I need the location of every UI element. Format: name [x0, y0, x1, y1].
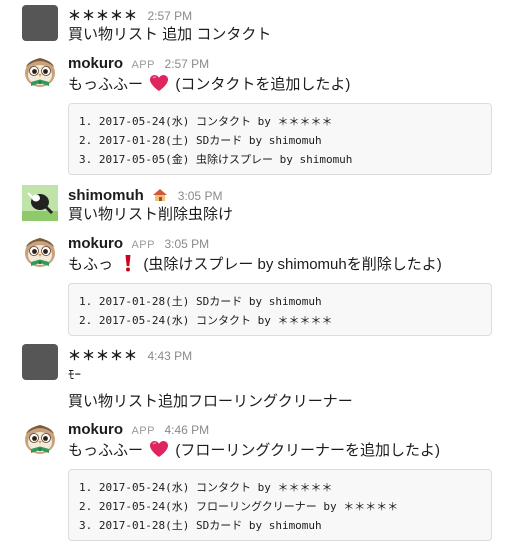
user-avatar[interactable] — [22, 344, 58, 380]
code-block: 1. 2017-01-28(土) SDカード by shimomuh 2. 20… — [68, 283, 492, 336]
message-text: 買い物リスト 追加 コンタクト — [68, 26, 272, 43]
timestamp[interactable]: 4:43 PM — [147, 349, 192, 363]
message-text-end: (虫除けスプレー by shimomuhを削除したよ) — [143, 256, 442, 273]
sender-name[interactable]: mokuro — [68, 421, 123, 438]
message-header: ＊＊＊＊＊ 4:43 PM — [68, 347, 192, 365]
list-item: 3. 2017-05-05(金) 虫除けスプレー by shimomuh — [79, 153, 353, 166]
list-item: 2. 2017-05-24(水) フローリングクリーナー by ＊＊＊＊＊ — [79, 500, 399, 513]
list-item: 2. 2017-05-24(水) コンタクト by ＊＊＊＊＊ — [79, 314, 333, 327]
message-text: もふっ (虫除けスプレー by shimomuhを削除したよ) — [68, 254, 442, 275]
heart-icon — [149, 74, 169, 92]
list-item: 1. 2017-05-24(水) コンタクト by ＊＊＊＊＊ — [79, 115, 333, 128]
message-text: もっふふー (コンタクトを追加したよ) — [68, 74, 350, 95]
list-item: 1. 2017-01-28(土) SDカード by shimomuh — [79, 295, 322, 308]
message-text-start: もっふふー — [68, 442, 144, 459]
message-header: ＊＊＊＊＊ 2:57 PM — [68, 7, 192, 25]
message-text: 買い物リスト削除虫除け — [68, 206, 234, 223]
timestamp[interactable]: 2:57 PM — [164, 57, 209, 71]
message-text-line-1: ﾓｰ — [68, 367, 81, 382]
message-text-end: (フローリングクリーナーを追加したよ) — [175, 442, 441, 459]
list-item: 2. 2017-01-28(土) SDカード by shimomuh — [79, 134, 322, 147]
sender-name[interactable]: ＊＊＊＊＊ — [68, 348, 138, 363]
message-header: mokuro APP 2:57 PM — [68, 55, 209, 74]
message-text-start: もふっ — [68, 256, 114, 273]
message-header: shimomuh 3:05 PM — [68, 187, 222, 205]
app-badge: APP — [131, 425, 155, 437]
message-text-line-2: 買い物リスト追加フローリングクリーナー — [68, 393, 353, 410]
exclamation-icon — [125, 255, 131, 272]
owl-avatar-icon[interactable] — [22, 233, 58, 269]
code-block: 1. 2017-05-24(水) コンタクト by ＊＊＊＊＊ 2. 2017-… — [68, 103, 492, 175]
message-text-start: もっふふー — [68, 76, 144, 93]
sender-name[interactable]: mokuro — [68, 235, 123, 252]
message-header: mokuro APP 4:46 PM — [68, 421, 209, 440]
house-emoji-icon — [153, 189, 168, 201]
timestamp[interactable]: 3:05 PM — [164, 237, 209, 251]
message-text: もっふふー (フローリングクリーナーを追加したよ) — [68, 440, 440, 461]
sender-name[interactable]: shimomuh — [68, 187, 144, 204]
message-text-end: (コンタクトを追加したよ) — [175, 76, 351, 93]
list-item: 3. 2017-01-28(土) SDカード by shimomuh — [79, 519, 322, 532]
timestamp[interactable]: 2:57 PM — [147, 9, 192, 23]
code-block: 1. 2017-05-24(水) コンタクト by ＊＊＊＊＊ 2. 2017-… — [68, 469, 492, 541]
app-badge: APP — [131, 59, 155, 71]
list-item: 1. 2017-05-24(水) コンタクト by ＊＊＊＊＊ — [79, 481, 333, 494]
sender-name[interactable]: ＊＊＊＊＊ — [68, 8, 138, 23]
heart-icon — [149, 440, 169, 458]
sender-name[interactable]: mokuro — [68, 55, 123, 72]
message-header: mokuro APP 3:05 PM — [68, 235, 209, 254]
app-badge: APP — [131, 239, 155, 251]
user-avatar[interactable] — [22, 185, 58, 221]
timestamp[interactable]: 3:05 PM — [178, 189, 223, 203]
owl-avatar-icon[interactable] — [22, 420, 58, 456]
timestamp[interactable]: 4:46 PM — [164, 423, 209, 437]
owl-avatar-icon[interactable] — [22, 53, 58, 89]
user-avatar[interactable] — [22, 5, 58, 41]
